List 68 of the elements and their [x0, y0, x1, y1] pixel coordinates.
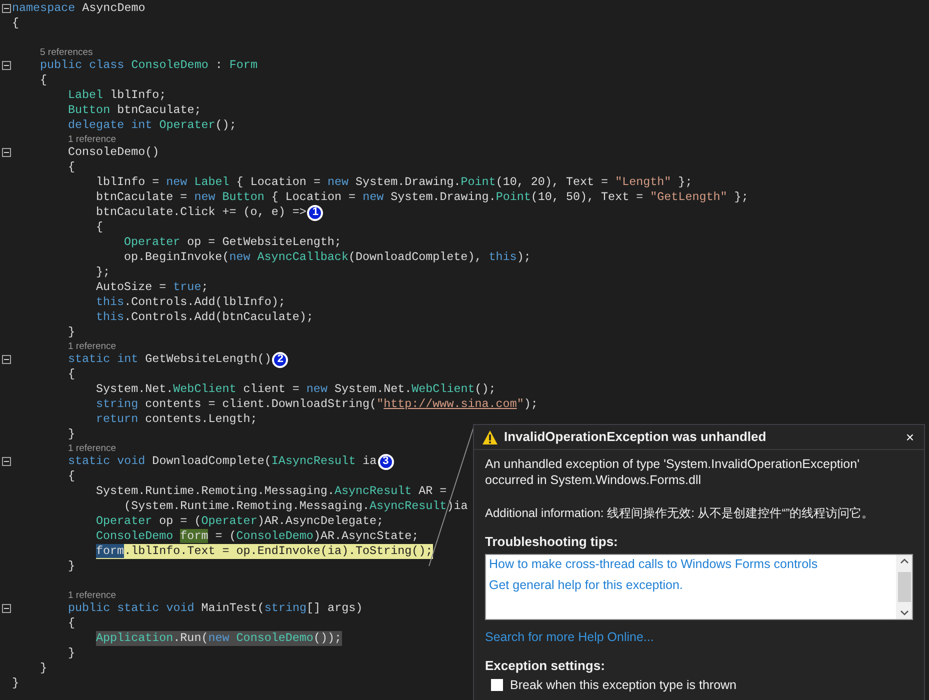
warning-icon [482, 430, 498, 444]
code-line: Operater op = (Operater)AR.AsyncDelegate; [96, 514, 384, 529]
code-line: }; [96, 265, 110, 280]
code-line: { [68, 160, 76, 175]
code-line: static void DownloadComplete(IAsyncResult ia [68, 454, 377, 469]
code-line: ConsoleDemo form = (ConsoleDemo)AR.AsyncState; [96, 529, 419, 544]
collapse-icon[interactable] [2, 148, 10, 157]
reference-count[interactable]: 1 reference [68, 134, 116, 145]
code-line: } [40, 661, 48, 676]
reference-count[interactable]: 1 reference [68, 341, 116, 352]
scrollbar[interactable] [896, 554, 912, 618]
exception-message: An unhandled exception of type 'System.InvalidOperationException' occurred in System.Windows.Forms.dll [485, 456, 860, 488]
code-line: { [68, 469, 76, 484]
code-line: public class ConsoleDemo : Form [40, 58, 258, 73]
section-heading: Exception settings: [485, 658, 606, 674]
checkbox-label: Break when this exception type is thrown [510, 678, 737, 692]
code-line: { [96, 220, 104, 235]
code-line: ConsoleDemo() [68, 145, 160, 160]
code-line: { [12, 16, 20, 31]
checkbox[interactable] [491, 679, 503, 692]
collapse-icon[interactable] [2, 457, 10, 466]
code-line: this.Controls.Add(lblInfo); [96, 295, 286, 310]
code-line: btnCaculate = new Button { Location = new System.Drawing.Point(10, 50), Text = "GetLength" }; [96, 190, 748, 205]
additional-information: Additional information: 线程间操作无效: 从不是创建控件“”的线程访问它。 [485, 505, 875, 521]
scroll-thumb[interactable] [898, 572, 910, 602]
code-line: } [12, 676, 20, 691]
code-line: string contents = client.DownloadString("http://www.sina.com"); [96, 397, 538, 412]
popup-title: InvalidOperationException was unhandled [504, 428, 768, 446]
code-line: return contents.Length; [96, 412, 258, 427]
code-line: Operater op = GetWebsiteLength; [124, 235, 342, 250]
code-line: this.Controls.Add(btnCaculate); [96, 310, 314, 325]
code-line: namespace AsyncDemo [12, 1, 146, 16]
code-line: (System.Runtime.Remoting.Messaging.AsyncResult)ia [123, 499, 468, 514]
scroll-down-icon[interactable] [900, 610, 908, 616]
collapse-icon[interactable] [2, 355, 10, 364]
code-line: { [68, 616, 76, 631]
code-line: } [68, 559, 76, 574]
reference-count[interactable]: 1 reference [68, 443, 116, 454]
code-line: { [40, 73, 48, 88]
collapse-icon[interactable] [2, 604, 10, 613]
code-line: Label lblInfo; [68, 88, 166, 103]
reference-count[interactable]: 5 references [40, 47, 93, 58]
code-line: static int GetWebsiteLength() [68, 352, 272, 367]
close-button[interactable]: × [904, 430, 916, 444]
help-link[interactable]: Search for more Help Online... [485, 628, 654, 646]
code-line: { [68, 367, 76, 382]
code-line: lblInfo = new Label { Location = new System.Drawing.Point(10, 20), Text = "Length" }; [96, 175, 692, 190]
code-line: } [68, 646, 76, 661]
code-line: } [68, 427, 76, 442]
code-line: System.Runtime.Remoting.Messaging.AsyncResult AR = [96, 484, 447, 499]
section-heading: Troubleshooting tips: [485, 533, 619, 551]
reference-count[interactable]: 1 reference [68, 590, 116, 601]
collapse-icon[interactable] [2, 4, 10, 13]
number-badge: 2 [272, 352, 288, 368]
code-line: Button btnCaculate; [68, 103, 202, 118]
code-line: } [68, 325, 76, 340]
help-link[interactable]: How to make cross-thread calls to Windows Forms controls [489, 556, 818, 572]
help-link[interactable]: Get general help for this exception. [489, 576, 683, 592]
code-line: AutoSize = true; [96, 280, 208, 295]
number-badge: 1 [307, 204, 324, 220]
number-badge: 3 [378, 454, 394, 470]
collapse-icon[interactable] [2, 61, 10, 70]
code-line: public static void MainTest(string[] args) [68, 601, 363, 616]
code-line: btnCaculate.Click += (o, e) => [96, 205, 306, 220]
code-line: op.BeginInvoke(new AsyncCallback(DownloadComplete), this); [124, 250, 531, 265]
code-line: delegate int Operater(); [68, 118, 236, 133]
code-line: System.Net.WebClient client = new System.Net.WebClient(); [96, 382, 496, 397]
scroll-up-icon[interactable] [900, 558, 908, 564]
